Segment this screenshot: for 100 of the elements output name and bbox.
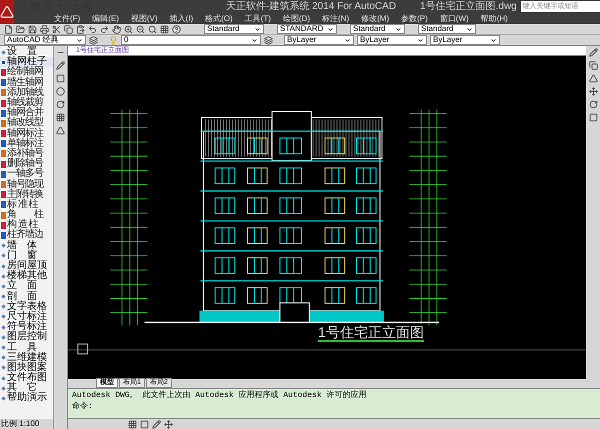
collapsed-marker-icon — [1, 366, 6, 370]
panel-item[interactable]: 轴改线型 — [0, 118, 53, 128]
panel-item[interactable]: 添加轴线 — [0, 88, 53, 98]
menu-item[interactable]: 格式(O) — [205, 14, 233, 24]
new-file-icon[interactable] — [4, 24, 13, 34]
collapsed-marker-icon — [1, 396, 6, 401]
panel-section[interactable]: 门 窗 — [0, 250, 53, 261]
expanded-marker-icon — [2, 60, 5, 64]
panel-item[interactable]: 一轴多号 — [0, 169, 53, 180]
collapsed-marker-icon — [1, 314, 6, 320]
caret-icon — [417, 36, 424, 44]
panel-item[interactable]: 墙生轴网 — [0, 78, 53, 88]
panel-section[interactable]: 墙 体 — [0, 240, 53, 251]
panel-section[interactable]: 图块图案 — [0, 362, 53, 373]
panel-section[interactable]: 工 具 — [0, 342, 53, 353]
panel-section[interactable]: 立 面 — [0, 281, 53, 292]
collapsed-marker-icon — [1, 386, 6, 390]
help-icon[interactable] — [172, 24, 181, 34]
collapsed-marker-icon — [1, 264, 6, 268]
caret-icon — [395, 26, 402, 32]
menu-item[interactable]: 修改(M) — [361, 14, 390, 24]
app-logo-icon[interactable] — [0, 0, 14, 24]
collapsed-marker-icon — [1, 284, 6, 289]
undo-icon[interactable] — [88, 24, 97, 34]
collapsed-marker-icon — [1, 376, 6, 380]
dim-style-dropdown[interactable]: STANDARD — [277, 24, 337, 34]
menu-item[interactable]: 编辑(E) — [92, 14, 119, 24]
menu-item[interactable]: 标注(N) — [322, 14, 350, 24]
panel-section[interactable]: 图层控制 — [0, 332, 53, 342]
cut-icon[interactable] — [52, 24, 61, 34]
panel-item[interactable]: 轴号隐现 — [0, 179, 53, 190]
menu-item[interactable]: 工具(T) — [244, 14, 271, 24]
arc-icon[interactable] — [56, 100, 65, 109]
grid-icon[interactable] — [160, 24, 169, 34]
menu-item[interactable]: 绘图(D) — [282, 14, 310, 24]
layer-dropdown[interactable]: 0 — [121, 35, 261, 45]
layers-icon[interactable] — [89, 36, 98, 44]
scale-label[interactable]: 比例 1:100 — [0, 419, 53, 429]
menu-item[interactable]: 窗口(W) — [440, 14, 469, 24]
collapsed-marker-icon — [1, 325, 6, 330]
panel-item[interactable]: 标 准 柱 — [0, 200, 53, 210]
open-folder-icon[interactable] — [16, 24, 25, 34]
collapsed-marker-icon — [1, 254, 6, 258]
zoom-in-icon[interactable] — [124, 24, 133, 34]
grid-icon[interactable] — [128, 420, 137, 428]
paste-icon[interactable] — [76, 24, 85, 34]
rectangle-icon[interactable] — [56, 74, 65, 83]
copy-icon[interactable] — [588, 61, 598, 70]
caret-icon — [466, 26, 473, 32]
workspace-dropdown[interactable]: AutoCAD 经典 — [4, 35, 86, 45]
panel-section[interactable]: 三维建模 — [0, 352, 53, 363]
collapsed-marker-icon — [1, 294, 6, 299]
table-style-dropdown[interactable]: Standard — [350, 24, 405, 34]
polygon-icon[interactable] — [56, 126, 65, 135]
collapsed-marker-icon — [1, 356, 6, 360]
collapsed-marker-icon — [1, 304, 6, 309]
panel-section[interactable]: 帮助演示 — [0, 393, 53, 404]
polyline-icon[interactable] — [56, 61, 65, 70]
color-dropdown[interactable]: ByLayer — [284, 35, 354, 45]
caret-icon — [344, 36, 351, 44]
copy-icon[interactable] — [64, 24, 73, 34]
rotate-icon[interactable] — [588, 100, 598, 109]
save-icon[interactable] — [28, 24, 37, 34]
file-name: 1号住宅正立面图.dwg — [420, 0, 517, 12]
panel-item[interactable]: 柱齐墙边 — [0, 230, 53, 241]
caret-icon — [76, 36, 83, 44]
collapsed-marker-icon — [1, 244, 6, 248]
menu-item[interactable]: 参数(P) — [401, 14, 428, 24]
command-history: Autodesk DWG。 此文件上次由 Autodesk 应用程序或 Autodesk 许可的应用 — [72, 390, 368, 401]
menu-item[interactable]: 帮助(H) — [480, 14, 508, 24]
command-prompt: 命令: — [72, 401, 94, 412]
circle-icon[interactable] — [56, 87, 65, 96]
menu-item[interactable]: 插入(I) — [170, 14, 194, 24]
panel-section[interactable]: 文字表格 — [0, 302, 53, 312]
collapsed-marker-icon — [1, 274, 6, 278]
layer-state-icon[interactable] — [264, 36, 273, 44]
panel-item[interactable]: 绘制轴网 — [0, 67, 53, 78]
pan-icon[interactable] — [112, 24, 121, 34]
move-icon[interactable] — [588, 87, 598, 96]
lineweight-dropdown[interactable]: ByLayer — [430, 35, 500, 45]
panel-item[interactable]: 单轴标注 — [0, 138, 53, 149]
panel-section[interactable]: 剖 面 — [0, 292, 53, 302]
redo-icon[interactable] — [100, 24, 109, 34]
panel-item[interactable]: 轴网标注 — [0, 128, 53, 139]
drawing-title: 1号住宅正立面图 — [318, 324, 424, 342]
hatch-icon[interactable] — [56, 113, 65, 122]
window-title: 天正软件-建筑系统 2014 For AutoCAD — [226, 0, 396, 12]
text-style-dropdown[interactable]: Standard — [204, 24, 264, 34]
menu-item[interactable]: 文件(F) — [54, 14, 80, 24]
zoom-out-icon[interactable] — [136, 24, 145, 34]
menu-item[interactable]: 视图(V) — [130, 14, 158, 24]
panel-item[interactable]: 主附转换 — [0, 190, 53, 200]
panel-section[interactable]: 楼梯其他 — [0, 271, 53, 282]
zoom-window-icon[interactable] — [148, 24, 157, 34]
print-icon[interactable] — [40, 24, 49, 34]
collapsed-marker-icon — [1, 335, 6, 340]
multileader-style-dropdown[interactable]: Standard — [418, 24, 476, 34]
linetype-dropdown[interactable]: ByLayer — [357, 35, 427, 45]
caret-icon — [327, 26, 334, 32]
collapsed-marker-icon — [1, 50, 6, 54]
